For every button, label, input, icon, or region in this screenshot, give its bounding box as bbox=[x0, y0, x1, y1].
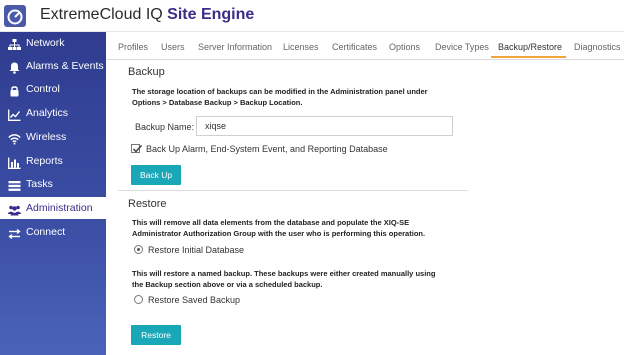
network-icon bbox=[8, 37, 21, 50]
sidebar-item-label: Administration bbox=[26, 202, 93, 214]
sidebar-item-alarms-events[interactable]: Alarms & Events bbox=[0, 55, 106, 77]
restore-saved-backup-label[interactable]: Restore Saved Backup bbox=[148, 295, 240, 305]
brand-name: ExtremeCloud IQ bbox=[40, 6, 163, 23]
sidebar-item-network[interactable]: Network bbox=[0, 32, 106, 54]
tab-options[interactable]: Options bbox=[389, 41, 420, 53]
sidebar-item-label: Analytics bbox=[26, 107, 69, 119]
bell-icon bbox=[8, 60, 21, 74]
tasks-icon bbox=[8, 178, 21, 191]
sidebar-item-label: Reports bbox=[26, 155, 63, 167]
restore-note2-line1: This will restore a named backup. These … bbox=[132, 269, 436, 278]
sidebar-item-label: Tasks bbox=[26, 178, 53, 190]
sidebar-item-label: Network bbox=[26, 37, 65, 49]
users-icon bbox=[8, 202, 21, 216]
sidebar-item-wireless[interactable]: Wireless bbox=[0, 126, 106, 148]
restore-button[interactable]: Restore bbox=[131, 325, 181, 345]
app-header: ExtremeCloud IQ Site Engine bbox=[0, 0, 624, 32]
restore-note2-line2: the Backup section above or via a schedu… bbox=[132, 280, 323, 289]
restore-note1-line1: This will remove all data elements from … bbox=[132, 218, 410, 227]
brand-product: Site Engine bbox=[167, 6, 255, 23]
radio-selected-dot bbox=[137, 248, 140, 251]
tab-users[interactable]: Users bbox=[161, 41, 185, 53]
sidebar-item-label: Control bbox=[26, 83, 60, 95]
backup-note-line2: Options > Database Backup > Backup Locat… bbox=[132, 98, 303, 107]
tab-server-information[interactable]: Server Information bbox=[198, 41, 272, 53]
tab-licenses[interactable]: Licenses bbox=[283, 41, 319, 53]
restore-initial-database-radio[interactable] bbox=[134, 245, 143, 254]
sidebar-item-analytics[interactable]: Analytics bbox=[0, 102, 106, 124]
tab-backup-restore[interactable]: Backup/Restore bbox=[498, 41, 562, 53]
restore-note1-line2: Administrator Authorization Group with t… bbox=[132, 229, 426, 238]
backup-databases-checkbox[interactable] bbox=[131, 144, 143, 153]
restore-section-title: Restore bbox=[128, 198, 167, 210]
bar-chart-icon bbox=[8, 155, 21, 169]
tab-certificates[interactable]: Certificates bbox=[332, 41, 377, 53]
sidebar-item-administration[interactable]: Administration bbox=[0, 197, 106, 219]
restore-initial-database-label[interactable]: Restore Initial Database bbox=[148, 245, 244, 255]
exchange-icon bbox=[8, 226, 21, 240]
tab-profiles[interactable]: Profiles bbox=[118, 41, 148, 53]
lock-icon bbox=[8, 83, 21, 97]
sidebar: Network Alarms & Events Control Analytic… bbox=[0, 32, 106, 355]
backup-section-title: Backup bbox=[128, 66, 165, 78]
backup-note-line1: The storage location of backups can be m… bbox=[132, 87, 428, 96]
backup-databases-label[interactable]: Back Up Alarm, End-System Event, and Rep… bbox=[146, 144, 388, 154]
tab-diagnostics[interactable]: Diagnostics bbox=[574, 41, 621, 53]
backup-name-input[interactable] bbox=[196, 116, 453, 136]
back-up-button[interactable]: Back Up bbox=[131, 165, 181, 185]
wifi-icon bbox=[8, 131, 21, 145]
line-chart-icon bbox=[8, 107, 21, 121]
section-divider bbox=[118, 190, 468, 191]
checkmark-icon bbox=[132, 144, 143, 153]
app-title: ExtremeCloud IQ Site Engine bbox=[40, 6, 254, 24]
sidebar-item-label: Connect bbox=[26, 226, 66, 238]
backup-name-label: Backup Name: bbox=[135, 122, 195, 132]
tab-device-types[interactable]: Device Types bbox=[435, 41, 489, 53]
sidebar-item-reports[interactable]: Reports bbox=[0, 150, 106, 172]
restore-saved-backup-radio[interactable] bbox=[134, 295, 143, 304]
sidebar-item-tasks[interactable]: Tasks bbox=[0, 173, 106, 195]
sidebar-item-connect[interactable]: Connect bbox=[0, 221, 106, 243]
app-logo-icon[interactable] bbox=[4, 5, 26, 27]
sidebar-item-control[interactable]: Control bbox=[0, 78, 106, 100]
sidebar-item-label: Alarms & Events bbox=[26, 60, 104, 72]
sidebar-item-label: Wireless bbox=[26, 131, 67, 143]
active-tab-indicator bbox=[491, 56, 566, 58]
